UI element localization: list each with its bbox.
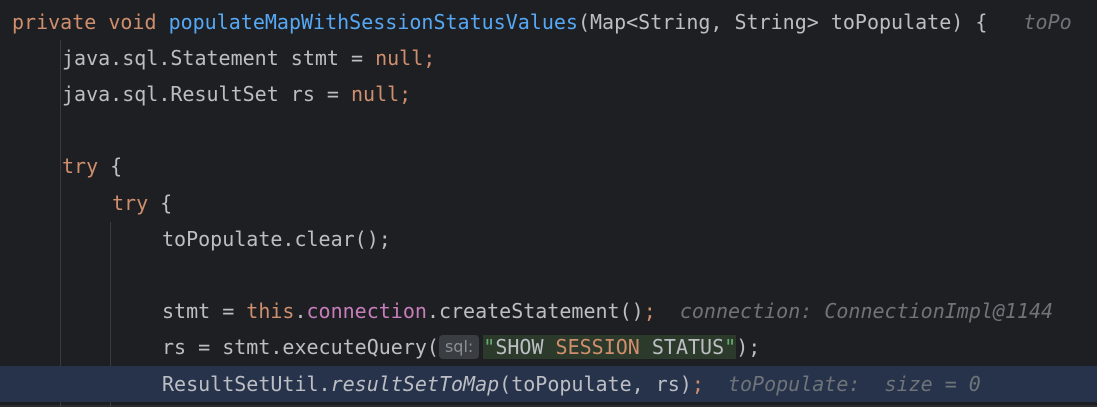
debug-value-hint: connection: ConnectionImpl@1144 — [679, 299, 1054, 323]
code-line-6[interactable]: try { — [0, 185, 1097, 221]
code-line-5[interactable]: try { — [0, 148, 1097, 184]
method-arguments: (toPopulate, rs) — [499, 372, 692, 396]
semicolon: ; — [643, 299, 656, 323]
resultset-declaration: java.sql.ResultSet rs = — [62, 82, 351, 106]
debug-value-hint: toPopulate: size = 0 — [727, 372, 981, 396]
inline-debug-hint: toPo — [1023, 10, 1072, 34]
sql-keyword-session: SESSION — [555, 335, 640, 359]
keyword-this: this — [246, 299, 295, 323]
semicolon: ; — [423, 46, 436, 70]
code-editor[interactable]: private void populateMapWithSessionStatu… — [0, 0, 1097, 407]
code-line-4[interactable] — [0, 112, 1097, 148]
class-reference: ResultSetUtil. — [162, 372, 331, 396]
sql-keyword-status: STATUS — [651, 335, 725, 359]
clear-call: toPopulate.clear(); — [162, 227, 391, 251]
code-line-3[interactable]: java.sql.ResultSet rs = null; — [0, 76, 1097, 112]
quote-open: " — [483, 335, 496, 359]
method-declaration-name: populateMapWithSessionStatusValues — [168, 10, 578, 34]
keyword-try: try — [112, 191, 149, 215]
open-brace: { — [98, 154, 123, 178]
dot: . — [294, 299, 307, 323]
execute-query-call: rs = stmt.executeQuery( — [162, 335, 439, 359]
stmt-assign: stmt = — [162, 299, 247, 323]
method-parameters: (Map<String, String> toPopulate) { — [577, 10, 988, 34]
static-method-call: resultSetToMap — [330, 372, 500, 396]
semicolon: ; — [399, 82, 412, 106]
code-line-9[interactable]: stmt = this.connection.createStatement()… — [0, 293, 1097, 329]
keyword-null: null — [350, 82, 400, 106]
code-line-8[interactable] — [0, 257, 1097, 293]
keyword-null: null — [375, 46, 424, 70]
code-line-11-current[interactable]: ResultSetUtil.resultSetToMap(toPopulate,… — [0, 366, 1097, 402]
code-line-1[interactable]: private void populateMapWithSessionStatu… — [0, 4, 1097, 40]
code-line-10[interactable]: rs = stmt.executeQuery(sql: "SHOW SESSION… — [0, 329, 1097, 365]
field-connection: connection — [306, 299, 427, 323]
semicolon: ; — [691, 372, 704, 396]
sql-keyword-show: SHOW — [495, 335, 544, 359]
close-paren-semicolon: ); — [736, 335, 761, 359]
code-line-7[interactable]: toPopulate.clear(); — [0, 221, 1097, 257]
keyword-void: void — [108, 10, 157, 34]
keyword-try: try — [62, 154, 99, 178]
open-brace: { — [148, 191, 173, 215]
parameter-name-hint: sql: — [438, 335, 480, 359]
sql-string-literal: "SHOW SESSION STATUS" — [483, 335, 737, 359]
keyword-private: private — [12, 10, 97, 34]
statement-declaration: java.sql.Statement stmt = — [62, 46, 376, 70]
code-line-2[interactable]: java.sql.Statement stmt = null; — [0, 40, 1097, 76]
quote-close: " — [724, 335, 737, 359]
create-statement-call: .createStatement() — [426, 299, 644, 323]
